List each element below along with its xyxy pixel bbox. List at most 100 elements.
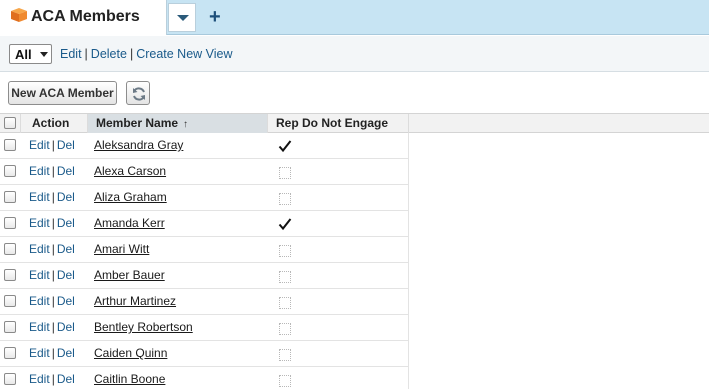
table-row: Edit | Del Amanda Kerr [0, 211, 409, 237]
member-name-column-header[interactable]: Member Name ↑ [88, 114, 268, 133]
edit-link[interactable]: Edit [29, 190, 50, 204]
edit-link[interactable]: Edit [29, 242, 50, 256]
separator: | [51, 138, 55, 152]
table-row: Edit | Del Caitlin Boone [0, 367, 409, 389]
refresh-button[interactable] [126, 81, 150, 105]
row-actions: Edit | Del [29, 242, 75, 256]
select-all-column [0, 114, 21, 133]
edit-link[interactable]: Edit [29, 294, 50, 308]
edit-view-link[interactable]: Edit [60, 47, 82, 61]
delete-link[interactable]: Del [57, 190, 75, 204]
grid-header: Action Member Name ↑ Rep Do Not Engage [0, 113, 709, 133]
separator: | [51, 372, 55, 386]
rep-do-not-engage-column-header[interactable]: Rep Do Not Engage [268, 114, 409, 133]
row-actions: Edit | Del [29, 268, 75, 282]
member-name-link[interactable]: Amanda Kerr [94, 216, 165, 230]
row-checkbox[interactable] [4, 295, 16, 307]
row-checkbox[interactable] [4, 139, 16, 151]
edit-link[interactable]: Edit [29, 346, 50, 360]
add-tab-button[interactable]: + [209, 5, 221, 29]
row-actions: Edit | Del [29, 320, 75, 334]
unchecked-box-icon [279, 323, 291, 335]
select-all-checkbox[interactable] [4, 117, 16, 129]
member-name-link[interactable]: Amber Bauer [94, 268, 165, 282]
edit-link[interactable]: Edit [29, 164, 50, 178]
member-name-header-label: Member Name [96, 116, 179, 130]
table-row: Edit | Del Bentley Robertson [0, 315, 409, 341]
unchecked-box-icon [279, 271, 291, 283]
sort-ascending-icon: ↑ [183, 119, 189, 130]
separator: | [51, 190, 55, 204]
view-select[interactable]: All [9, 44, 52, 64]
unchecked-box-icon [279, 375, 291, 387]
edit-link[interactable]: Edit [29, 320, 50, 334]
row-actions: Edit | Del [29, 164, 75, 178]
separator: | [129, 47, 134, 61]
unchecked-box-icon [279, 349, 291, 361]
delete-link[interactable]: Del [57, 268, 75, 282]
tab-dropdown-button[interactable] [168, 3, 196, 32]
refresh-icon [133, 87, 145, 101]
member-name-link[interactable]: Caiden Quinn [94, 346, 167, 360]
edit-link[interactable]: Edit [29, 268, 50, 282]
chevron-down-icon [40, 52, 48, 57]
delete-link[interactable]: Del [57, 242, 75, 256]
separator: | [51, 268, 55, 282]
row-checkbox[interactable] [4, 269, 16, 281]
separator: | [51, 164, 55, 178]
create-new-view-link[interactable]: Create New View [136, 47, 232, 61]
table-row: Edit | Del Amari Witt [0, 237, 409, 263]
row-actions: Edit | Del [29, 216, 75, 230]
unchecked-box-icon [279, 167, 291, 179]
separator: | [51, 216, 55, 230]
separator: | [84, 47, 88, 61]
view-bar: All Edit | Delete | Create New View [0, 36, 709, 72]
row-checkbox[interactable] [4, 243, 16, 255]
new-aca-member-button[interactable]: New ACA Member [8, 81, 117, 105]
chevron-down-icon [177, 15, 189, 21]
delete-link[interactable]: Del [57, 138, 75, 152]
row-checkbox[interactable] [4, 321, 16, 333]
table-row: Edit | Del Amber Bauer [0, 263, 409, 289]
delete-link[interactable]: Del [57, 372, 75, 386]
member-name-link[interactable]: Alexa Carson [94, 164, 166, 178]
row-checkbox[interactable] [4, 373, 16, 385]
action-column-header: Action [21, 114, 88, 133]
row-checkbox[interactable] [4, 347, 16, 359]
tab-aca-members[interactable]: ACA Members [0, 0, 167, 35]
row-checkbox[interactable] [4, 191, 16, 203]
member-name-link[interactable]: Arthur Martinez [94, 294, 176, 308]
cube-icon [11, 8, 27, 22]
member-name-link[interactable]: Caitlin Boone [94, 372, 165, 386]
delete-link[interactable]: Del [57, 294, 75, 308]
delete-link[interactable]: Del [57, 346, 75, 360]
row-actions: Edit | Del [29, 346, 75, 360]
edit-link[interactable]: Edit [29, 216, 50, 230]
checked-checkmark-icon [278, 139, 292, 153]
row-actions: Edit | Del [29, 190, 75, 204]
table-row: Edit | Del Caiden Quinn [0, 341, 409, 367]
member-name-link[interactable]: Amari Witt [94, 242, 149, 256]
row-checkbox[interactable] [4, 165, 16, 177]
edit-link[interactable]: Edit [29, 372, 50, 386]
row-actions: Edit | Del [29, 294, 75, 308]
delete-link[interactable]: Del [57, 164, 75, 178]
edit-link[interactable]: Edit [29, 138, 50, 152]
member-name-link[interactable]: Aleksandra Gray [94, 138, 183, 152]
row-checkbox[interactable] [4, 217, 16, 229]
tab-bar: ACA Members + [0, 0, 709, 35]
member-name-link[interactable]: Aliza Graham [94, 190, 167, 204]
separator: | [51, 242, 55, 256]
delete-link[interactable]: Del [57, 216, 75, 230]
table-row: Edit | Del Alexa Carson [0, 159, 409, 185]
table-row: Edit | Del Arthur Martinez [0, 289, 409, 315]
unchecked-box-icon [279, 193, 291, 205]
separator: | [51, 320, 55, 334]
row-actions: Edit | Del [29, 138, 75, 152]
table-row: Edit | Del Aliza Graham [0, 185, 409, 211]
delete-view-link[interactable]: Delete [91, 47, 127, 61]
delete-link[interactable]: Del [57, 320, 75, 334]
member-name-link[interactable]: Bentley Robertson [94, 320, 193, 334]
separator: | [51, 346, 55, 360]
view-select-value: All [15, 47, 32, 62]
